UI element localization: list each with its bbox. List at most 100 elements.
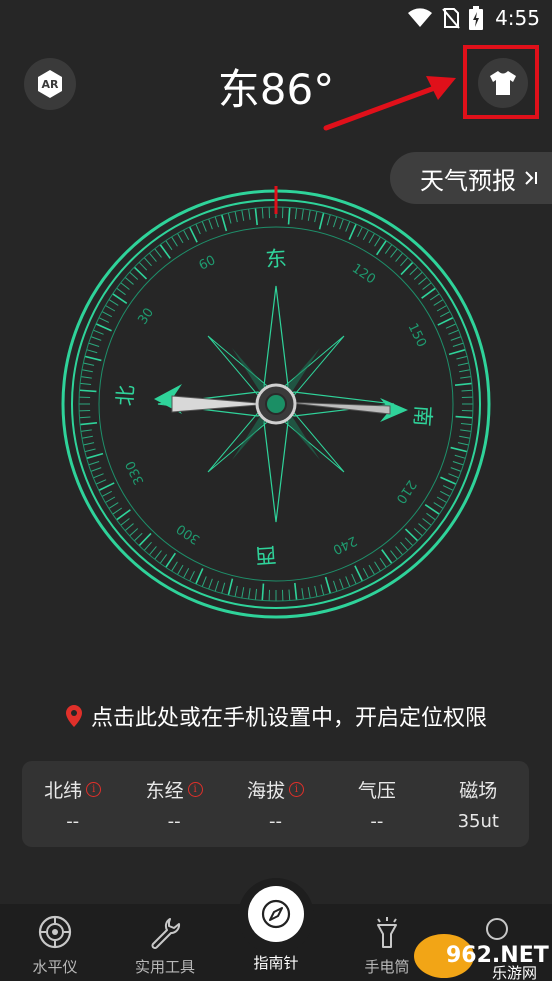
nav-label: 水平仪 <box>32 958 78 976</box>
compass-tick <box>171 236 178 247</box>
compass-tick <box>159 554 168 564</box>
compass-tick <box>348 223 357 240</box>
info-label: 气压 <box>357 780 396 802</box>
compass-tick <box>318 212 325 230</box>
compass-tick <box>234 585 238 597</box>
info-icon[interactable]: i <box>288 782 304 797</box>
compass-tick <box>339 218 344 230</box>
compass-tick <box>409 266 419 276</box>
compass-tick <box>234 211 238 223</box>
compass-tick <box>450 467 462 472</box>
compass-tick <box>314 211 318 223</box>
compass-tick <box>86 452 104 460</box>
degree-label: 120 <box>349 261 378 287</box>
compass-tick <box>120 518 130 526</box>
compass-tick <box>81 369 93 373</box>
compass-tick <box>345 576 351 587</box>
wrench-icon <box>151 918 181 949</box>
info-magnetic-field: 磁场 35ut <box>433 777 523 832</box>
compass-tick <box>120 282 130 290</box>
compass-icon <box>261 899 291 929</box>
compass-tick <box>248 208 251 220</box>
compass-tick <box>374 561 381 572</box>
compass-tick <box>448 329 459 335</box>
wifi-icon <box>408 8 433 27</box>
compass-tick <box>457 362 469 366</box>
nav-item-tools[interactable]: 实用工具 <box>110 904 220 981</box>
compass-tick <box>80 382 92 386</box>
compass-tick <box>79 389 97 393</box>
info-longitude[interactable]: 东经 i -- <box>129 777 219 832</box>
compass-tick <box>221 582 226 594</box>
compass-tick <box>333 216 338 228</box>
info-icon[interactable]: i <box>86 782 102 797</box>
watermark-logo: 962.NET 乐游网 <box>414 934 549 981</box>
degree-label: 60 <box>197 253 218 274</box>
compass-tick <box>301 588 304 600</box>
compass-needle <box>154 383 408 425</box>
compass-tick <box>339 578 344 590</box>
compass-tick <box>201 221 207 232</box>
compass-tick <box>442 485 454 491</box>
compass-tick <box>307 587 311 599</box>
degree-label: 240 <box>330 532 359 556</box>
compass-tick <box>381 549 393 564</box>
tshirt-icon <box>490 71 516 95</box>
compass-tick <box>450 336 462 341</box>
compass-tick <box>437 316 454 326</box>
location-pin-icon <box>65 705 82 727</box>
compass-tick <box>400 541 409 551</box>
info-value: 35ut <box>457 810 499 832</box>
skin-button[interactable] <box>478 58 528 108</box>
location-prompt-text: 点击此处或在手机设置中，开启定位权限 <box>90 706 487 731</box>
info-label: 东经 <box>145 780 184 802</box>
compass-tick <box>452 342 464 347</box>
compass-tick <box>375 240 387 256</box>
compass-tick <box>460 422 472 426</box>
info-icon[interactable]: i <box>187 782 203 797</box>
compass-tick <box>93 473 104 479</box>
compass-tick <box>301 208 304 220</box>
info-value: -- <box>268 810 282 832</box>
compass-tick <box>165 240 173 251</box>
cardinal-east: 东 <box>265 246 288 271</box>
nav-item-level[interactable]: 水平仪 <box>0 904 110 981</box>
compass-tick <box>220 214 228 232</box>
cardinal-north: 北 <box>113 384 138 407</box>
compass-tick <box>456 355 468 360</box>
compass-tick <box>143 257 152 267</box>
compass-tick <box>88 342 100 347</box>
compass-tick <box>254 588 258 600</box>
compass-tick <box>138 261 148 271</box>
compass-tick <box>201 576 207 587</box>
compass-tick <box>460 429 472 432</box>
compass-tick <box>422 518 432 526</box>
compass-tick <box>320 584 325 596</box>
compass-tick <box>116 509 131 521</box>
location-permission-prompt[interactable]: 点击此处或在手机设置中，开启定位权限 <box>0 700 552 732</box>
compass-tick <box>362 229 369 241</box>
status-bar: 4:55 <box>0 0 552 36</box>
compass-tick <box>433 299 444 306</box>
compass-tick <box>93 329 104 335</box>
compass-tick <box>314 585 318 597</box>
compass-tick <box>148 546 157 556</box>
compass-tick <box>227 578 234 596</box>
compass-tick <box>208 578 213 590</box>
compass-tick <box>439 490 451 497</box>
compass-tick <box>345 221 351 232</box>
compass-tick <box>436 305 447 312</box>
compass-tick <box>84 448 96 453</box>
status-time: 4:55 <box>495 6 540 30</box>
compass-tick <box>390 550 398 560</box>
compass-tick <box>351 573 357 585</box>
compass-tick <box>294 582 298 601</box>
status-icons: 4:55 <box>407 6 540 30</box>
compass-tick <box>448 348 466 356</box>
info-latitude[interactable]: 北纬 i -- <box>28 777 118 832</box>
compass-tick <box>165 552 177 568</box>
info-altitude[interactable]: 海拔 i -- <box>230 777 320 832</box>
nav-item-compass[interactable] <box>248 886 304 942</box>
compass-tick <box>188 226 198 243</box>
info-pressure: 气压 -- <box>332 777 422 832</box>
